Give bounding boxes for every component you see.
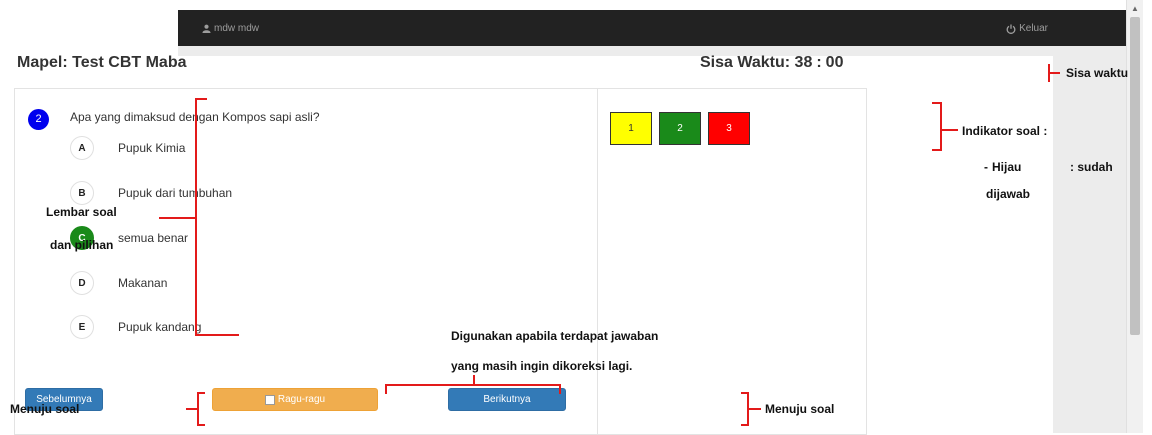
option-b[interactable]: B Pupuk dari tumbuhan [70, 181, 232, 205]
option-letter[interactable]: A [70, 136, 94, 160]
annotation-indicator-title: Indikator soal : [962, 124, 1048, 138]
doubt-checkbox[interactable] [264, 394, 275, 405]
annotation-line [940, 129, 958, 131]
logout-label: Keluar [1019, 23, 1048, 34]
timer-label: Sisa Waktu: [700, 54, 791, 71]
option-text: Pupuk kandang [118, 320, 202, 334]
annotation-bracket [197, 392, 205, 394]
indicator-3[interactable]: 3 [708, 112, 750, 145]
option-text: Pupuk Kimia [118, 141, 186, 155]
annotation-green-value2: dijawab [986, 187, 1031, 201]
indicator-1[interactable]: 1 [610, 112, 652, 145]
annotation-sheet-line2: dan pilihan [50, 238, 114, 252]
scrollbar-thumb[interactable] [1130, 17, 1140, 335]
next-button[interactable]: Berikutnya [448, 388, 566, 411]
question-indicators: 1 2 3 [610, 112, 750, 145]
annotation-line [1048, 72, 1060, 74]
annotation-green-label: Hijau [992, 160, 1022, 174]
option-text: Makanan [118, 276, 168, 290]
vertical-scrollbar[interactable]: ▲ [1126, 0, 1143, 433]
annotation-bracket [195, 334, 239, 336]
annotation-bracket [559, 384, 561, 394]
annotation-line [749, 408, 761, 410]
timer-separator: : [816, 54, 822, 71]
top-navbar: mdw mdw Keluar [178, 10, 1126, 46]
scroll-up-arrow-icon[interactable]: ▲ [1131, 4, 1139, 13]
annotation-bracket [197, 392, 199, 426]
annotation-doubt-line1: Digunakan apabila terdapat jawaban [451, 329, 659, 343]
annotation-bracket [197, 424, 205, 426]
doubt-button[interactable]: Ragu-ragu [212, 388, 378, 411]
remaining-time: Sisa Waktu: 38:00 [700, 54, 843, 72]
annotation-doubt-line2: yang masih ingin dikoreksi lagi. [451, 359, 633, 373]
indicator-2[interactable]: 2 [659, 112, 701, 145]
annotation-line [159, 217, 195, 219]
user-name: mdw mdw [214, 23, 260, 34]
option-d[interactable]: D Makanan [70, 271, 167, 295]
annotation-prev: Menuju soal [10, 402, 80, 416]
annotation-bracket [940, 102, 942, 151]
option-text: semua benar [118, 231, 189, 245]
annotation-timer: Sisa waktu [1066, 66, 1129, 80]
annotation-bracket [932, 149, 942, 151]
power-icon [1006, 24, 1016, 34]
logout-link[interactable]: Keluar [1006, 23, 1048, 34]
option-e[interactable]: E Pupuk kandang [70, 315, 201, 339]
annotation-bracket [195, 98, 197, 336]
doubt-label: Ragu-ragu [277, 394, 326, 405]
question-number-badge: 2 [28, 109, 49, 130]
option-letter[interactable]: D [70, 271, 94, 295]
annotation-next: Menuju soal [765, 402, 835, 416]
annotation-bracket [385, 384, 561, 386]
option-text: Pupuk dari tumbuhan [118, 186, 233, 200]
option-letter[interactable]: E [70, 315, 94, 339]
annotation-bracket [385, 384, 387, 394]
annotation-dash: - [984, 160, 988, 174]
annotation-line [186, 408, 197, 410]
annotation-sheet-line1: Lembar soal [46, 205, 117, 219]
timer-seconds: 00 [825, 54, 844, 71]
annotation-bracket [741, 392, 749, 394]
subject-title: Mapel: Test CBT Maba [17, 54, 187, 71]
user-icon [202, 24, 211, 33]
timer-minutes: 38 [794, 54, 813, 71]
option-letter[interactable]: B [70, 181, 94, 205]
user-menu[interactable]: mdw mdw [202, 23, 259, 34]
option-a[interactable]: A Pupuk Kimia [70, 136, 185, 160]
annotation-bracket [741, 424, 749, 426]
annotation-green-value: : sudah [1070, 160, 1113, 174]
